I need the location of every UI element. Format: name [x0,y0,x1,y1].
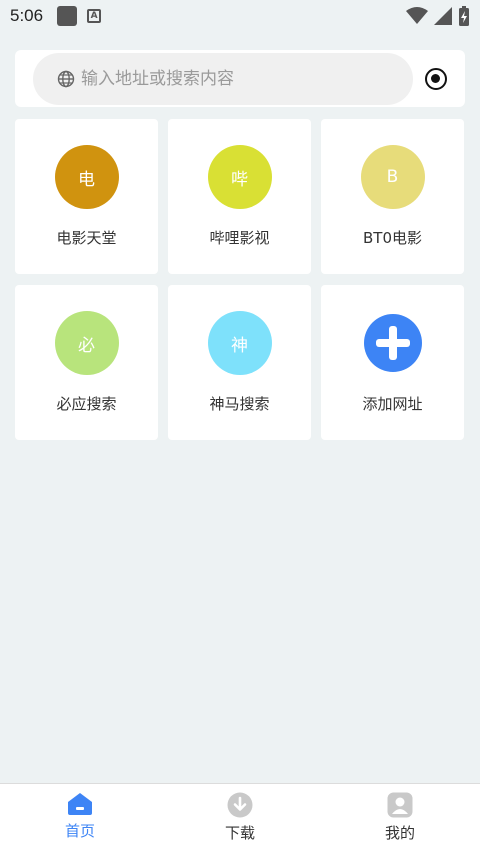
site-initial-icon: 哔 [207,145,272,209]
wifi-icon [406,7,428,24]
search-bar[interactable] [33,53,413,105]
tile-label: 电影天堂 [56,229,117,247]
search-input[interactable] [81,69,381,89]
nav-item-download[interactable]: 下载 [160,784,320,853]
add-url-tile[interactable]: 添加网址 [321,285,464,440]
nav-label-profile: 我的 [384,824,415,842]
notification-app-icon [57,6,78,26]
globe-icon [57,70,75,88]
plus-circle-icon [363,314,422,372]
battery-icon [459,6,469,26]
shortcut-grid: 电 电影天堂 哔 哔哩影视 B BT0电影 必 必应搜索 神 神马搜索 添加网址 [15,119,465,440]
bottom-nav: 首页 下载 我的 [0,783,480,853]
shortcut-tile-dianying-tiantang[interactable]: 电 电影天堂 [15,119,158,274]
nav-item-home[interactable]: 首页 [0,784,160,853]
site-initial-icon: B [360,145,425,209]
record-icon[interactable] [425,68,447,90]
site-initial-icon: 电 [54,145,119,209]
home-icon [68,793,92,815]
status-bar: 5:06 A [0,0,480,32]
site-initial-icon: 必 [54,311,119,375]
tile-label: 添加网址 [362,395,423,413]
download-icon [227,792,253,818]
nav-label-download: 下载 [224,824,255,842]
shortcut-tile-shenma-sousuo[interactable]: 神 神马搜索 [168,285,311,440]
shortcut-tile-biying-sousuo[interactable]: 必 必应搜索 [15,285,158,440]
tile-label: 神马搜索 [209,395,270,413]
status-time: 5:06 [10,6,44,25]
shortcut-tile-bt0-dianying[interactable]: B BT0电影 [321,119,464,274]
search-card [15,50,465,107]
user-icon [387,792,413,818]
nav-label-home: 首页 [64,822,95,840]
tile-label: 哔哩影视 [209,229,270,247]
nav-item-profile[interactable]: 我的 [320,784,480,853]
notification-a-icon: A [87,9,102,23]
shortcut-tile-bili-yingshi[interactable]: 哔 哔哩影视 [168,119,311,274]
tile-label: BT0电影 [363,229,422,247]
tile-label: 必应搜索 [56,395,117,413]
signal-icon [434,7,452,25]
site-initial-icon: 神 [207,311,272,375]
